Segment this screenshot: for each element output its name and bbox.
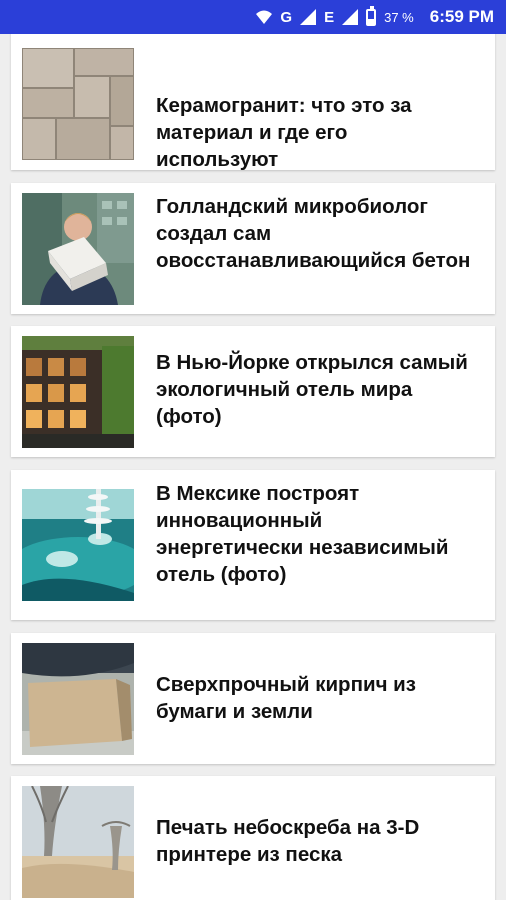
article-title[interactable]: Печать небоскреба на 3-D принтере из пес… <box>156 814 475 868</box>
clock: 6:59 PM <box>429 7 494 26</box>
article-title[interactable]: Голландский микробиолог создал сам овосс… <box>156 193 475 274</box>
article-title[interactable]: В Нью-Йорке открылся самый экологичный о… <box>156 349 475 430</box>
article-card[interactable]: Сверхпрочный кирпич из бумаги и земли <box>11 633 495 764</box>
article-card[interactable]: В Нью-Йорке открылся самый экологичный о… <box>11 326 495 457</box>
status-bar: G E 37 % 6:59 PM <box>0 0 506 34</box>
article-card[interactable]: В Мексике построят инновационный энергет… <box>11 470 495 620</box>
network-type-g: G <box>280 8 293 26</box>
article-card[interactable]: Печать небоскреба на 3-D принтере из пес… <box>11 776 495 900</box>
article-title[interactable]: В Мексике построят инновационный энергет… <box>156 480 475 588</box>
battery-icon <box>366 5 377 26</box>
battery-percent: 37 % <box>384 9 414 25</box>
paper-earth-brick-image <box>22 643 134 755</box>
article-feed[interactable]: Керамогранит: что это за материал и где … <box>0 34 506 900</box>
green-hotel-facade-image <box>22 336 134 448</box>
article-title[interactable]: Керамогранит: что это за материал и где … <box>156 92 475 173</box>
signal-icon <box>342 9 359 25</box>
network-type-e: E <box>324 8 335 26</box>
ocean-hotel-render-image <box>22 489 134 601</box>
article-card[interactable]: Керамогранит: что это за материал и где … <box>11 34 495 173</box>
signal-icon <box>300 9 317 25</box>
man-holding-concrete-block-image <box>22 193 134 305</box>
wifi-icon <box>256 10 273 24</box>
article-title[interactable]: Сверхпрочный кирпич из бумаги и земли <box>156 671 475 725</box>
stone-tiles-image <box>22 48 134 160</box>
article-card[interactable]: Голландский микробиолог создал сам овосс… <box>11 183 495 314</box>
desert-skyscraper-render-image <box>22 786 134 898</box>
